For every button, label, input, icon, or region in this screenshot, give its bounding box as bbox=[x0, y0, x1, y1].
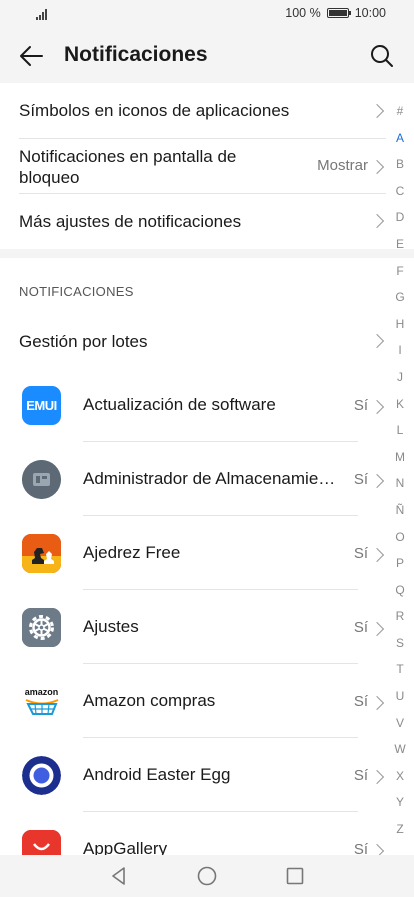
index-letter[interactable]: A bbox=[386, 125, 414, 152]
index-letter[interactable]: F bbox=[386, 258, 414, 285]
index-letter[interactable]: M bbox=[386, 444, 414, 471]
chevron-right-icon bbox=[369, 769, 385, 785]
index-letter[interactable]: P bbox=[386, 550, 414, 577]
index-letter[interactable]: C bbox=[386, 178, 414, 205]
navigation-bar bbox=[0, 855, 414, 897]
nav-home-button[interactable] bbox=[196, 865, 218, 887]
search-icon bbox=[371, 45, 393, 67]
lock-screen-notifications-row[interactable]: Notificaciones en pantalla de bloqueo Mo… bbox=[0, 139, 386, 194]
app-status: Sí bbox=[353, 619, 368, 636]
index-letter[interactable]: N bbox=[386, 470, 414, 497]
chevron-right-icon bbox=[369, 473, 385, 489]
chevron-right-icon bbox=[369, 695, 385, 711]
index-letter[interactable]: Q bbox=[386, 577, 414, 604]
app-bar: Notificaciones bbox=[0, 30, 414, 82]
square-recents-icon bbox=[286, 867, 304, 885]
index-letter[interactable]: O bbox=[386, 524, 414, 551]
index-letter[interactable]: D bbox=[386, 204, 414, 231]
chevron-right-icon bbox=[369, 843, 385, 855]
section-header: NOTIFICACIONES bbox=[19, 284, 134, 299]
nav-back-button[interactable] bbox=[108, 865, 130, 887]
settings-gear-icon bbox=[22, 608, 61, 647]
index-letter[interactable]: V bbox=[386, 710, 414, 737]
emui-icon: EMUI bbox=[22, 386, 61, 425]
app-status: Sí bbox=[353, 767, 368, 784]
index-letter[interactable]: T bbox=[386, 656, 414, 683]
app-name: Ajedrez Free bbox=[83, 543, 181, 562]
top-settings-card: Símbolos en iconos de aplicaciones Notif… bbox=[0, 83, 414, 249]
chevron-right-icon bbox=[369, 621, 385, 637]
app-row-storage-manager[interactable]: Administrador de Almacenamiento Sí bbox=[0, 442, 386, 516]
index-letter[interactable]: I bbox=[386, 337, 414, 364]
index-letter[interactable]: K bbox=[386, 391, 414, 418]
chevron-right-icon bbox=[369, 213, 385, 229]
page-title: Notificaciones bbox=[64, 43, 208, 66]
app-name: Android Easter Egg bbox=[83, 765, 231, 784]
amazon-icon: amazon bbox=[22, 682, 61, 721]
index-letter[interactable]: U bbox=[386, 683, 414, 710]
back-arrow-icon bbox=[20, 46, 43, 66]
index-letter[interactable]: Z bbox=[386, 816, 414, 843]
clock: 10:00 bbox=[354, 6, 386, 20]
index-letter[interactable]: E bbox=[386, 231, 414, 258]
app-status: Sí bbox=[353, 545, 368, 562]
chevron-right-icon bbox=[369, 103, 385, 119]
notifications-card: NOTIFICACIONES Gestión por lotes EMUI Ac… bbox=[0, 258, 414, 855]
index-letter[interactable]: H bbox=[386, 311, 414, 338]
index-letter[interactable]: Ñ bbox=[386, 497, 414, 524]
app-row-settings[interactable]: Ajustes Sí bbox=[0, 590, 386, 664]
index-letter[interactable]: S bbox=[386, 630, 414, 657]
battery-percent: 100 % bbox=[285, 6, 321, 20]
chevron-right-icon bbox=[369, 399, 385, 415]
chess-icon bbox=[22, 534, 61, 573]
app-status: Sí bbox=[353, 841, 368, 855]
setting-label: Gestión por lotes bbox=[19, 332, 148, 351]
app-status: Sí bbox=[353, 397, 368, 414]
app-row-software-update[interactable]: EMUI Actualización de software Sí bbox=[0, 368, 386, 442]
app-name: Administrador de Almacenamiento bbox=[83, 469, 339, 488]
index-letter[interactable]: G bbox=[386, 284, 414, 311]
setting-value: Mostrar bbox=[317, 157, 368, 174]
search-button[interactable] bbox=[366, 40, 398, 72]
chevron-right-icon bbox=[369, 333, 385, 349]
setting-label: Más ajustes de notificaciones bbox=[19, 212, 242, 231]
alphabet-index[interactable]: # A B C D E F G H I J K L M N Ñ O P Q R S T U V W X Y Z bbox=[386, 98, 414, 843]
chevron-right-icon bbox=[369, 547, 385, 563]
easter-egg-icon bbox=[22, 756, 61, 795]
nav-recents-button[interactable] bbox=[284, 865, 306, 887]
app-name: Amazon compras bbox=[83, 691, 216, 710]
app-row-appgallery[interactable]: AppGallery Sí bbox=[0, 812, 386, 855]
status-bar: 100 % 10:00 bbox=[0, 0, 414, 30]
app-name: AppGallery bbox=[83, 839, 168, 855]
back-button[interactable] bbox=[16, 42, 46, 70]
app-row-chess[interactable]: Ajedrez Free Sí bbox=[0, 516, 386, 590]
index-letter[interactable]: B bbox=[386, 151, 414, 178]
app-status: Sí bbox=[353, 471, 368, 488]
storage-manager-icon bbox=[22, 460, 61, 499]
index-letter[interactable]: X bbox=[386, 763, 414, 790]
app-status: Sí bbox=[353, 693, 368, 710]
app-name: Ajustes bbox=[83, 617, 139, 636]
chevron-right-icon bbox=[369, 159, 385, 175]
index-letter[interactable]: W bbox=[386, 736, 414, 763]
app-name: Actualización de software bbox=[83, 395, 276, 414]
index-letter[interactable]: L bbox=[386, 417, 414, 444]
appgallery-icon bbox=[22, 830, 61, 855]
app-row-amazon[interactable]: amazon Amazon compras Sí bbox=[0, 664, 386, 738]
index-letter[interactable]: J bbox=[386, 364, 414, 391]
app-icon-badges-row[interactable]: Símbolos en iconos de aplicaciones bbox=[0, 83, 386, 139]
signal-icon bbox=[36, 8, 47, 20]
batch-management-row[interactable]: Gestión por lotes bbox=[0, 314, 386, 366]
triangle-back-icon bbox=[112, 867, 125, 885]
index-letter[interactable]: R bbox=[386, 603, 414, 630]
circle-home-icon bbox=[197, 866, 217, 886]
app-row-easter-egg[interactable]: Android Easter Egg Sí bbox=[0, 738, 386, 812]
battery-icon bbox=[326, 8, 351, 18]
setting-label: Notificaciones en pantalla de bloqueo bbox=[19, 147, 237, 187]
more-notification-settings-row[interactable]: Más ajustes de notificaciones bbox=[0, 194, 386, 249]
setting-label: Símbolos en iconos de aplicaciones bbox=[19, 101, 290, 120]
index-letter[interactable]: Y bbox=[386, 789, 414, 816]
index-letter[interactable]: # bbox=[386, 98, 414, 125]
